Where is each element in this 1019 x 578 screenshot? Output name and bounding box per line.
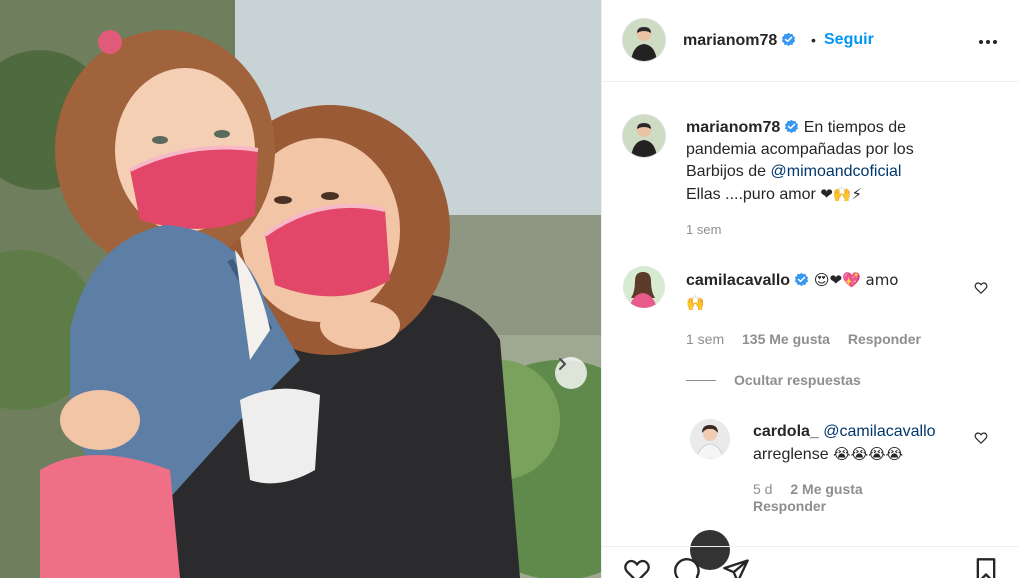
like-comment-heart-icon[interactable] xyxy=(974,281,988,295)
avatar-image xyxy=(623,266,665,308)
caption-text-1: En tiempos de xyxy=(799,119,906,136)
avatar-image xyxy=(623,115,665,157)
author-username-text[interactable]: marianom78 xyxy=(683,32,777,49)
comment-timestamp[interactable]: 1 sem xyxy=(686,331,724,347)
reply-avatar[interactable] xyxy=(690,419,730,459)
next-photo-button[interactable] xyxy=(555,357,587,389)
caption: marianom78 En tiempos de pandemia acompa… xyxy=(686,117,1006,206)
caption-timestamp[interactable]: 1 sem xyxy=(686,222,721,237)
verified-badge-icon xyxy=(782,32,796,47)
comment-username[interactable]: camilacavallo xyxy=(686,272,790,289)
caption-text-4: Ellas ....puro amor xyxy=(686,186,821,203)
photo-illustration xyxy=(0,0,601,578)
comment-text: 😍❤💖 amo xyxy=(809,271,899,289)
comment-icon[interactable] xyxy=(672,557,702,578)
caption-line-3: Barbijos de @mimoandcoficial xyxy=(686,161,1006,183)
separator-dot: • xyxy=(811,32,816,48)
divider-line xyxy=(686,379,716,381)
comment: camilacavallo 😍❤💖 amo 🙌 xyxy=(686,269,976,314)
post-photo xyxy=(0,0,601,578)
reply-reply-button[interactable]: Responder xyxy=(753,498,826,514)
comment-likes[interactable]: 135 Me gusta xyxy=(742,331,830,347)
post-header: marianom78 • Seguir xyxy=(602,0,1019,82)
reply-text: arreglense xyxy=(753,446,834,463)
reply-meta: 5 d 2 Me gusta xyxy=(753,481,863,497)
chevron-right-icon xyxy=(559,358,566,370)
caption-mention[interactable]: @mimoandcoficial xyxy=(771,163,902,180)
verified-badge-icon xyxy=(785,119,799,134)
action-bar xyxy=(602,546,1019,578)
avatar-image xyxy=(690,419,730,459)
reply-mention[interactable]: @camilacavallo xyxy=(823,423,935,440)
comment-meta: 1 sem 135 Me gusta Responder xyxy=(686,331,921,347)
hide-replies-button[interactable]: Ocultar respuestas xyxy=(686,372,861,388)
bookmark-icon[interactable] xyxy=(972,557,1000,578)
reply-timestamp[interactable]: 5 d xyxy=(753,481,772,497)
comment-reply-button[interactable]: Responder xyxy=(848,331,921,347)
caption-line-4: Ellas ....puro amor ❤🙌⚡ xyxy=(686,183,1006,206)
reply-likes[interactable]: 2 Me gusta xyxy=(790,481,862,497)
share-icon[interactable] xyxy=(721,557,751,578)
follow-button[interactable]: Seguir xyxy=(824,31,874,49)
commenter-avatar[interactable] xyxy=(623,266,665,308)
comment-line-1: camilacavallo 😍❤💖 amo xyxy=(686,269,976,292)
comment-text-2: 🙌 xyxy=(686,294,705,312)
reply-emojis: 😭😭😭😭 xyxy=(833,445,904,463)
caption-author-avatar[interactable] xyxy=(623,115,665,157)
reply-comment: cardola_ @camilacavallo arreglense 😭😭😭😭 xyxy=(753,421,983,466)
caption-emojis: ❤🙌⚡ xyxy=(820,185,863,203)
more-options-icon[interactable] xyxy=(978,32,998,52)
author-username[interactable]: marianom78 xyxy=(683,32,796,50)
post-sidebar: marianom78 • Seguir marianom78 En tiempo… xyxy=(601,0,1019,578)
reply-meta-2: Responder xyxy=(753,498,826,514)
caption-username[interactable]: marianom78 xyxy=(686,119,780,136)
author-avatar[interactable] xyxy=(623,19,665,61)
like-reply-heart-icon[interactable] xyxy=(974,431,988,445)
reply-line-2: arreglense 😭😭😭😭 xyxy=(753,443,983,466)
heart-icon[interactable] xyxy=(622,557,652,578)
reply-line-1: cardola_ @camilacavallo xyxy=(753,421,983,443)
verified-badge-icon xyxy=(795,272,809,287)
hide-replies-label: Ocultar respuestas xyxy=(734,372,861,388)
avatar-image xyxy=(623,19,665,61)
reply-username[interactable]: cardola_ xyxy=(753,423,819,440)
caption-text-3: Barbijos de xyxy=(686,163,771,180)
caption-line-1: marianom78 En tiempos de xyxy=(686,117,1006,139)
caption-text-2: pandemia acompañadas por los xyxy=(686,141,914,158)
